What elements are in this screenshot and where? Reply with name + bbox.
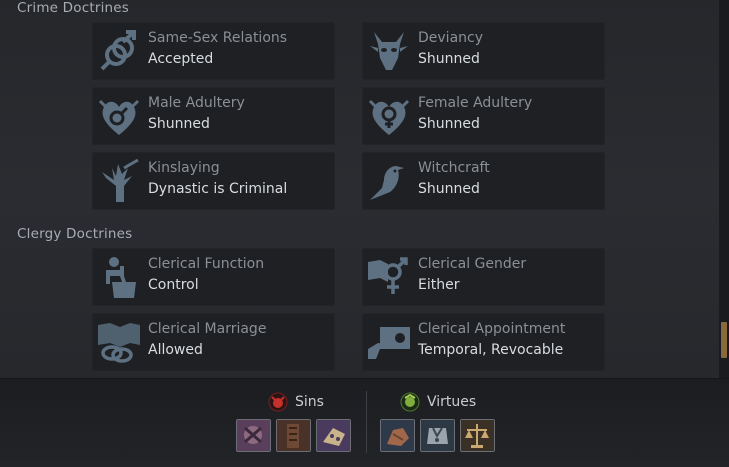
doctrine-card-clerical-gender[interactable]: Clerical Gender Either: [362, 248, 605, 306]
male-heart-icon: [96, 93, 142, 139]
sin-trait-1-icon[interactable]: [236, 419, 271, 452]
doctrine-label: Male Adultery: [148, 95, 245, 111]
sins-virtues-bar: Sins Virtues: [0, 378, 729, 467]
doctrine-label: Same-Sex Relations: [148, 30, 288, 46]
sins-header: Sins: [268, 391, 324, 413]
doctrine-card-witchcraft[interactable]: Witchcraft Shunned: [362, 152, 605, 210]
gender-symbols-icon: [96, 28, 142, 74]
doctrine-card-kinslaying[interactable]: Kinslaying Dynastic is Criminal: [92, 152, 335, 210]
sins-label: Sins: [295, 394, 324, 410]
crime-doctrines-title: Crime Doctrines: [17, 0, 130, 16]
virtue-trait-3-icon[interactable]: [460, 419, 495, 452]
book-gender-icon: [366, 254, 412, 300]
doctrine-card-same-sex-relations[interactable]: Same-Sex Relations Accepted: [92, 22, 335, 80]
doctrine-card-female-adultery[interactable]: Female Adultery Shunned: [362, 87, 605, 145]
doctrines-panel: Crime Doctrines Same-Sex Relations Accep…: [0, 0, 729, 378]
doctrine-label: Clerical Gender: [418, 256, 527, 272]
broken-tree-icon: [96, 158, 142, 204]
doctrine-card-deviancy[interactable]: Deviancy Shunned: [362, 22, 605, 80]
female-heart-icon: [366, 93, 412, 139]
doctrine-value: Allowed: [148, 342, 203, 358]
book-rings-icon: [96, 319, 142, 365]
doctrine-label: Clerical Marriage: [148, 321, 267, 337]
doctrine-label: Deviancy: [418, 30, 484, 46]
doctrine-card-clerical-marriage[interactable]: Clerical Marriage Allowed: [92, 313, 335, 371]
cleric-podium-icon: [96, 254, 142, 300]
scrollbar-thumb[interactable]: [721, 322, 727, 358]
clergy-doctrines-title: Clergy Doctrines: [17, 226, 133, 242]
doctrine-value: Shunned: [148, 116, 210, 132]
appointment-icon: [366, 319, 412, 365]
virtue-trait-2-icon[interactable]: [420, 419, 455, 452]
doctrine-card-male-adultery[interactable]: Male Adultery Shunned: [92, 87, 335, 145]
doctrine-label: Female Adultery: [418, 95, 533, 111]
doctrine-value: Control: [148, 277, 199, 293]
doctrine-label: Witchcraft: [418, 160, 490, 176]
doctrine-card-clerical-appointment[interactable]: Clerical Appointment Temporal, Revocable: [362, 313, 605, 371]
doctrine-value: Shunned: [418, 51, 480, 67]
doctrine-value: Either: [418, 277, 460, 293]
doctrine-value: Temporal, Revocable: [418, 342, 564, 358]
virtue-trait-1-icon[interactable]: [380, 419, 415, 452]
goat-head-icon: [366, 28, 412, 74]
doctrine-value: Shunned: [418, 116, 480, 132]
divider: [366, 391, 367, 453]
sins-icon: [268, 392, 288, 412]
doctrine-card-clerical-function[interactable]: Clerical Function Control: [92, 248, 335, 306]
sin-trait-3-icon[interactable]: [316, 419, 351, 452]
doctrine-label: Kinslaying: [148, 160, 220, 176]
doctrine-value: Shunned: [418, 181, 480, 197]
scrollbar[interactable]: [719, 0, 729, 378]
doctrine-value: Accepted: [148, 51, 214, 67]
doctrine-label: Clerical Appointment: [418, 321, 566, 337]
sin-trait-2-icon[interactable]: [276, 419, 311, 452]
virtues-header: Virtues: [400, 391, 476, 413]
virtues-label: Virtues: [427, 394, 477, 410]
doctrine-label: Clerical Function: [148, 256, 265, 272]
doctrine-value: Dynastic is Criminal: [148, 181, 288, 197]
virtues-icon: [400, 392, 420, 412]
raven-icon: [366, 158, 412, 204]
